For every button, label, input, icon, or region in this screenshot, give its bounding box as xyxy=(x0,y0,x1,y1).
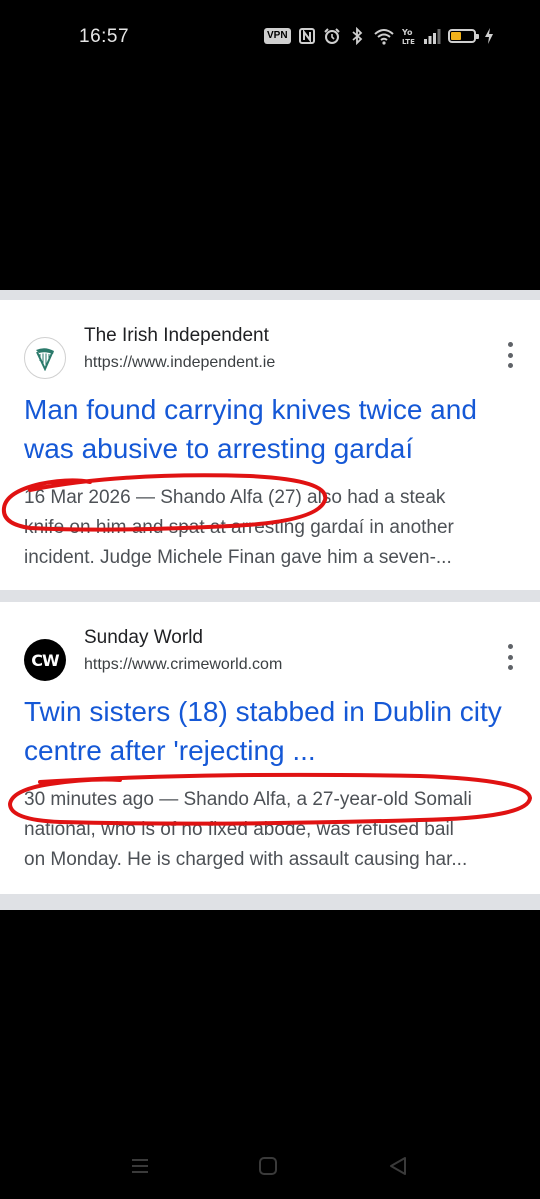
status-icons: VPN Yo LTE xyxy=(264,24,495,48)
nfc-icon xyxy=(298,28,315,44)
signal-icon xyxy=(423,29,441,44)
home-icon[interactable] xyxy=(258,1156,278,1176)
recent-apps-icon[interactable] xyxy=(130,1156,150,1176)
source-url[interactable]: https://www.independent.ie xyxy=(84,354,275,372)
source-url[interactable]: https://www.crimeworld.com xyxy=(84,656,282,674)
svg-text:Yo: Yo xyxy=(402,28,413,37)
source-name: The Irish Independent xyxy=(84,325,269,346)
snippet-line: on Monday. He is charged with assault ca… xyxy=(24,849,468,870)
snippet-line: incident. Judge Michele Finan gave him a… xyxy=(24,547,452,568)
harp-icon xyxy=(24,337,66,379)
screen: 16:57 VPN Yo LTE The Irish Independent h… xyxy=(0,0,540,1199)
snippet-line: 16 Mar 2026 — Shando Alfa (27) also had … xyxy=(24,487,446,508)
status-time: 16:57 xyxy=(79,26,130,47)
result-card[interactable]: CW Sunday World https://www.crimeworld.c… xyxy=(0,602,540,894)
navigation-bar xyxy=(0,1140,540,1199)
source-name: Sunday World xyxy=(84,627,203,648)
cw-logo-icon: CW xyxy=(24,639,66,681)
snippet-line: knife on him and spat at arresting garda… xyxy=(24,517,454,538)
vpn-badge: VPN xyxy=(264,28,291,44)
charging-icon xyxy=(484,28,493,44)
back-icon[interactable] xyxy=(388,1156,408,1176)
result-title-link[interactable]: Twin sisters (18) stabbed in Dublin city… xyxy=(24,692,519,770)
snippet-line: national, who is of no fixed abode, was … xyxy=(24,819,454,840)
result-card[interactable]: The Irish Independent https://www.indepe… xyxy=(0,300,540,590)
result-snippet: 16 Mar 2026 — Shando Alfa (27) also had … xyxy=(24,483,516,573)
wifi-icon xyxy=(373,29,394,45)
battery-icon xyxy=(447,29,479,43)
snippet-line: 30 minutes ago — Shando Alfa, a 27-year-… xyxy=(24,789,472,810)
more-options-icon[interactable] xyxy=(505,644,515,670)
result-title-link[interactable]: Man found carrying knives twice and was … xyxy=(24,390,519,468)
more-options-icon[interactable] xyxy=(505,342,515,368)
volte-icon: Yo LTE xyxy=(402,28,415,45)
svg-text:LTE: LTE xyxy=(402,38,415,45)
status-bar: 16:57 VPN Yo LTE xyxy=(0,0,540,72)
search-results: The Irish Independent https://www.indepe… xyxy=(0,290,540,910)
alarm-icon xyxy=(323,28,340,44)
bluetooth-icon xyxy=(351,27,362,45)
result-snippet: 30 minutes ago — Shando Alfa, a 27-year-… xyxy=(24,785,516,875)
